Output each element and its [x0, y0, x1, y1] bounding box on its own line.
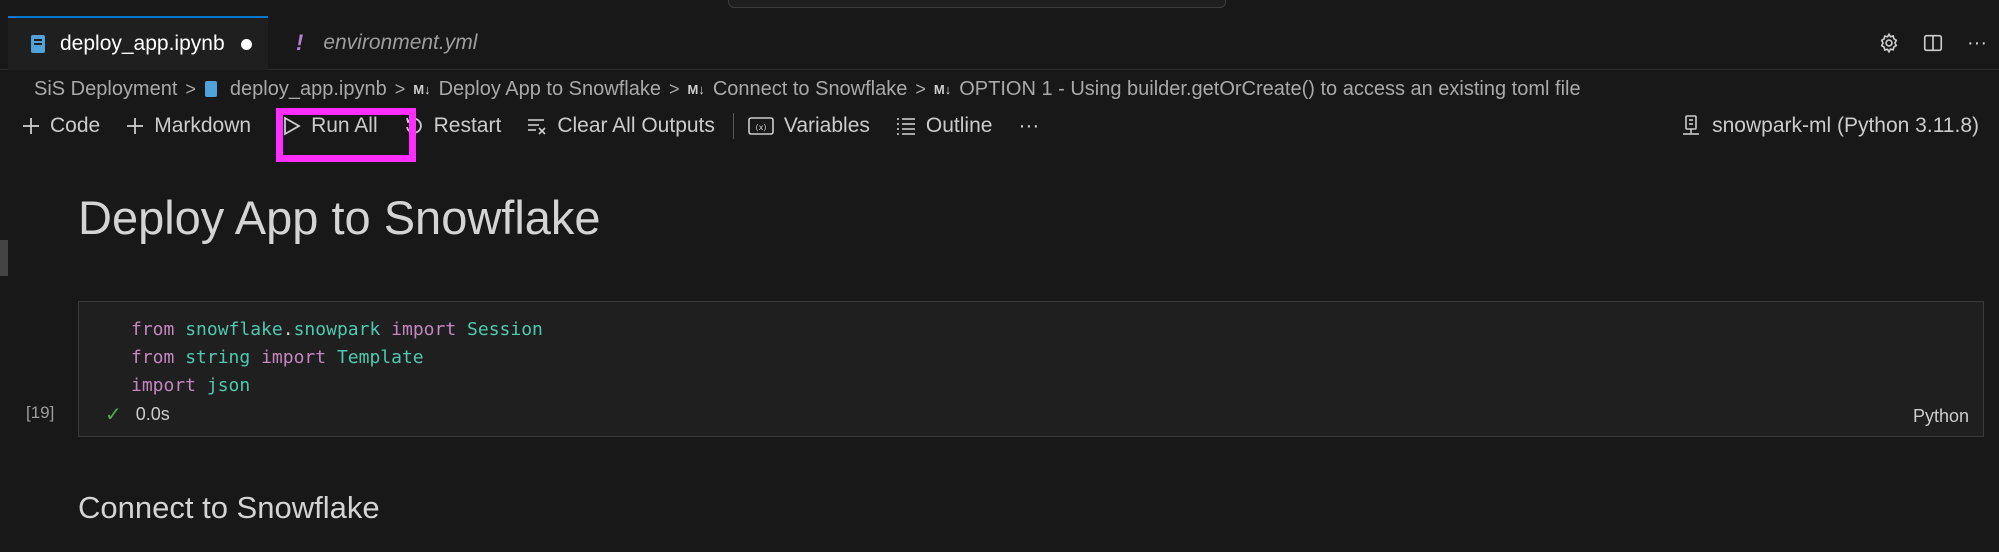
variables-icon: (x) — [748, 116, 774, 136]
add-code-label: Code — [50, 114, 101, 137]
clear-all-icon — [527, 117, 547, 135]
scrollbar-indicator[interactable] — [0, 240, 8, 276]
clear-all-outputs-button[interactable]: Clear All Outputs — [527, 114, 715, 138]
split-editor-icon[interactable] — [1921, 31, 1945, 55]
checkmark-icon: ✓ — [105, 404, 122, 426]
notebook-file-icon — [204, 80, 218, 98]
markdown-icon: M↓ — [413, 81, 431, 97]
markdown-icon: M↓ — [933, 81, 952, 97]
breadcrumb-separator: > — [668, 78, 680, 99]
tab-label: environment.yml — [323, 31, 478, 54]
tab-label: deploy_app.ipynb — [60, 32, 225, 55]
plus-icon — [126, 117, 144, 135]
markdown-heading: Deploy App to Snowflake — [78, 191, 601, 244]
breadcrumb: SiS Deployment > deploy_app.ipynb > M↓ D… — [34, 74, 1581, 104]
restart-label: Restart — [433, 114, 502, 137]
breadcrumb-separator: > — [915, 78, 926, 99]
code-token: import — [131, 375, 197, 396]
command-center-edge[interactable] — [728, 0, 1226, 8]
toolbar-divider — [732, 113, 734, 139]
notebook-file-icon — [30, 34, 46, 54]
title-bar — [0, 0, 1999, 16]
code-token: import — [391, 319, 457, 340]
code-line: from string import Template — [131, 344, 543, 372]
code-token: snowpark — [293, 319, 381, 340]
code-token: string — [185, 347, 251, 368]
kernel-label: snowpark-ml (Python 3.11.8) — [1712, 114, 1979, 137]
yaml-exclamation-icon: ! — [296, 30, 304, 55]
tab-environment-yml[interactable]: ! environment.yml — [270, 16, 520, 70]
code-token: json — [206, 375, 251, 396]
more-icon: ··· — [1018, 114, 1040, 137]
variables-label: Variables — [783, 114, 870, 137]
notebook-toolbar: Code Markdown Run All Restart Clear All … — [22, 108, 1065, 144]
code-token: . — [282, 319, 294, 340]
breadcrumb-item-folder[interactable]: SiS Deployment — [34, 78, 177, 101]
code-token: snowflake — [185, 319, 283, 340]
add-markdown-label: Markdown — [154, 114, 252, 137]
outline-icon — [896, 117, 916, 135]
execution-time: 0.0s — [135, 404, 170, 424]
code-token: Template — [336, 347, 424, 368]
svg-text:(x): (x) — [755, 123, 766, 132]
execution-count: [19] — [26, 403, 55, 422]
cell-status: ✓ 0.0s — [105, 402, 170, 427]
breadcrumb-item-heading[interactable]: Deploy App to Snowflake — [439, 78, 661, 101]
editor-actions: ··· — [1877, 16, 1989, 70]
code-token: import — [261, 347, 327, 368]
kernel-picker[interactable]: snowpark-ml (Python 3.11.8) — [1682, 108, 1979, 144]
code-token: from — [131, 319, 175, 340]
variables-button[interactable]: (x) Variables — [748, 114, 870, 138]
clear-all-outputs-label: Clear All Outputs — [557, 114, 715, 137]
code-line: from snowflake.snowpark import Session — [131, 316, 543, 344]
run-all-highlight — [276, 108, 416, 162]
markdown-icon: M↓ — [687, 81, 705, 97]
more-icon[interactable]: ··· — [1965, 31, 1989, 55]
editor-tab-bar: deploy_app.ipynb ! environment.yml ··· — [0, 16, 1999, 70]
restart-button[interactable]: Restart — [404, 114, 502, 138]
cell-language[interactable]: Python — [1913, 406, 1969, 427]
more-actions-button[interactable]: ··· — [1018, 114, 1039, 138]
tab-deploy-app[interactable]: deploy_app.ipynb — [8, 16, 268, 70]
add-markdown-button[interactable]: Markdown — [126, 114, 251, 138]
markdown-subheading: Connect to Snowflake — [78, 490, 380, 525]
code-line: import json — [131, 372, 543, 400]
kernel-server-icon — [1682, 115, 1700, 137]
outline-label: Outline — [925, 114, 993, 137]
unsaved-dot-icon[interactable] — [240, 38, 252, 50]
code-cell[interactable]: from snowflake.snowpark import Session f… — [78, 301, 1984, 437]
breadcrumb-item-section[interactable]: Connect to Snowflake — [713, 78, 908, 101]
code-token: Session — [467, 319, 543, 340]
code-editor[interactable]: from snowflake.snowpark import Session f… — [131, 316, 543, 400]
plus-icon — [22, 117, 40, 135]
breadcrumb-separator: > — [185, 78, 196, 99]
code-token: from — [131, 347, 175, 368]
add-code-button[interactable]: Code — [22, 114, 100, 138]
outline-button[interactable]: Outline — [896, 114, 993, 138]
gear-icon[interactable] — [1877, 31, 1901, 55]
breadcrumb-item-file[interactable]: deploy_app.ipynb — [230, 78, 387, 101]
breadcrumb-item-subsection[interactable]: OPTION 1 - Using builder.getOrCreate() t… — [959, 78, 1580, 101]
vscode-notebook-editor: deploy_app.ipynb ! environment.yml ··· S… — [0, 0, 1999, 552]
breadcrumb-separator: > — [394, 78, 406, 99]
